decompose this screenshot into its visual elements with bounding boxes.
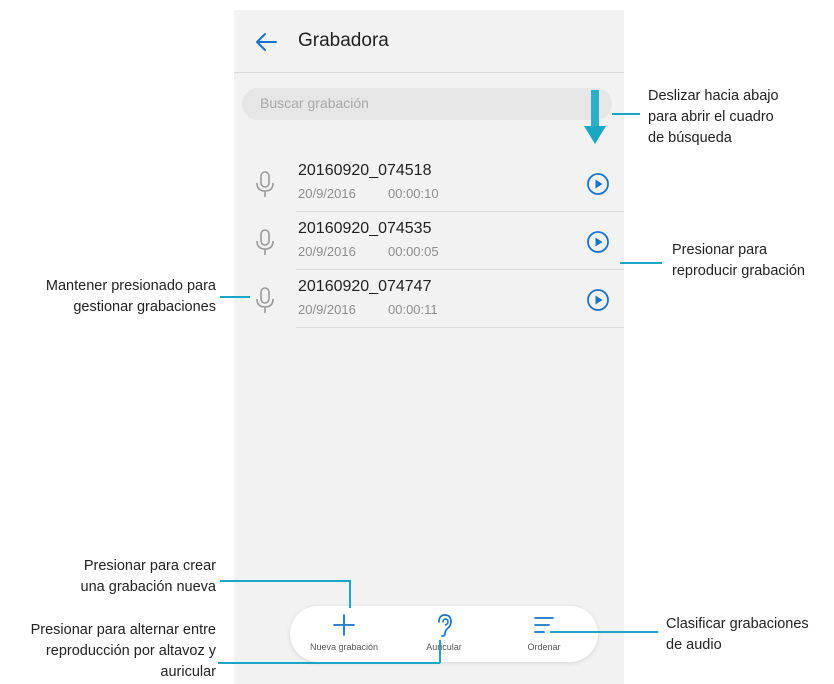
phone-screen: Grabadora Buscar grabación 20160920_0745… bbox=[234, 10, 624, 684]
annotation-swipe: Deslizar hacia abajo para abrir el cuadr… bbox=[648, 88, 779, 146]
ear-icon bbox=[438, 614, 452, 637]
earpiece-toggle-button[interactable]: Auricular bbox=[396, 606, 492, 662]
plus-icon bbox=[333, 614, 355, 636]
recording-name: 20160920_074518 bbox=[298, 162, 432, 179]
search-field[interactable]: Buscar grabación bbox=[242, 88, 612, 120]
header-divider bbox=[234, 72, 624, 73]
earpiece-label: Auricular bbox=[426, 642, 462, 652]
callout-line-create-v bbox=[349, 580, 351, 608]
sort-icon bbox=[534, 617, 554, 633]
callout-line-swipe bbox=[612, 113, 640, 115]
annotation-play: Presionar para reproducir grabación bbox=[672, 242, 805, 279]
recording-row[interactable]: 20160920_074518 20/9/2016 00:00:10 bbox=[234, 154, 624, 212]
recording-duration: 00:00:11 bbox=[388, 302, 438, 317]
callout-line-hold bbox=[220, 296, 250, 298]
recording-row[interactable]: 20160920_074747 20/9/2016 00:00:11 bbox=[234, 270, 624, 328]
back-arrow-icon[interactable] bbox=[252, 28, 280, 56]
sort-button[interactable]: Ordenar bbox=[496, 606, 592, 662]
recording-date: 20/9/2016 bbox=[298, 302, 356, 317]
play-icon[interactable] bbox=[586, 230, 610, 254]
page-title: Grabadora bbox=[298, 30, 389, 51]
swipe-down-arrow-icon bbox=[584, 90, 606, 144]
annotation-create: Presionar para crear una grabación nueva bbox=[80, 558, 216, 595]
bottom-action-bar: Nueva grabación Auricular Ordenar bbox=[290, 606, 598, 662]
new-recording-button[interactable]: Nueva grabación bbox=[296, 606, 392, 662]
annotation-toggle: Presionar para alternar entre reproducci… bbox=[30, 622, 216, 680]
recording-name: 20160920_074535 bbox=[298, 220, 432, 237]
recording-date: 20/9/2016 bbox=[298, 244, 356, 259]
new-recording-label: Nueva grabación bbox=[309, 642, 379, 652]
microphone-icon bbox=[256, 171, 274, 197]
annotation-hold: Mantener presionado para gestionar graba… bbox=[45, 278, 216, 315]
callout-line-toggle-h bbox=[218, 662, 440, 664]
annotation-sort: Clasificar grabaciones de audio bbox=[666, 616, 809, 653]
sort-label: Ordenar bbox=[527, 642, 561, 652]
recording-date: 20/9/2016 bbox=[298, 186, 356, 201]
recording-duration: 00:00:10 bbox=[388, 186, 439, 201]
play-icon[interactable] bbox=[586, 288, 610, 312]
callout-line-create-h bbox=[220, 580, 350, 582]
recording-name: 20160920_074747 bbox=[298, 278, 432, 295]
row-divider bbox=[296, 327, 624, 328]
callout-line-sort bbox=[550, 631, 658, 633]
microphone-icon bbox=[256, 229, 274, 255]
search-placeholder: Buscar grabación bbox=[260, 95, 369, 111]
microphone-icon bbox=[256, 287, 274, 313]
recording-duration: 00:00:05 bbox=[388, 244, 439, 259]
play-icon[interactable] bbox=[586, 172, 610, 196]
callout-line-play bbox=[620, 262, 662, 264]
recording-row[interactable]: 20160920_074535 20/9/2016 00:00:05 bbox=[234, 212, 624, 270]
callout-line-toggle-v bbox=[439, 640, 441, 663]
